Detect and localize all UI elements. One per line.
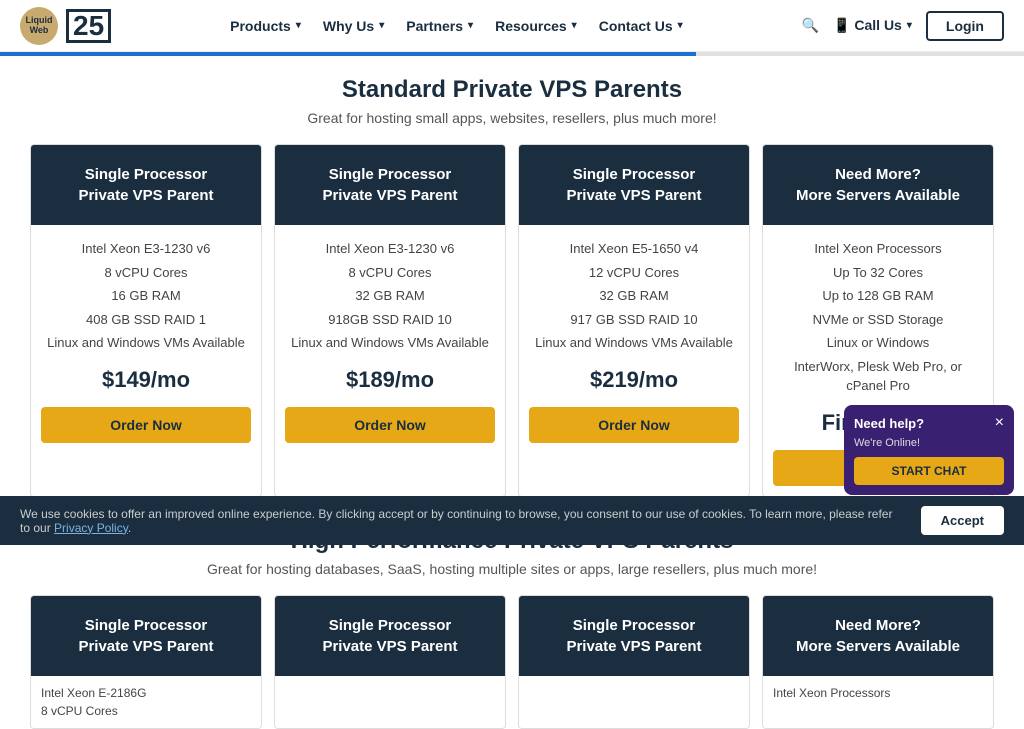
spec-item: Linux and Windows VMs Available [41,333,251,353]
standard-card-1: Single ProcessorPrivate VPS Parent Intel… [30,144,262,497]
card-body-2: Intel Xeon E3-1230 v6 8 vCPU Cores 32 GB… [275,225,505,453]
cookie-text: We use cookies to offer an improved onli… [20,507,921,535]
highperf-card-body-3 [519,676,749,726]
nav-why-us[interactable]: Why Us ▾ [323,18,384,34]
chat-subtitle: We're Online! [854,437,1004,449]
card-header-2: Single ProcessorPrivate VPS Parent [275,145,505,225]
highperf-card-header-4: Need More?More Servers Available [763,596,993,676]
highperf-card-header-3: Single ProcessorPrivate VPS Parent [519,596,749,676]
highperf-spec: Intel Xeon E-2186G8 vCPU Cores [41,684,251,720]
nav-products[interactable]: Products ▾ [230,18,301,34]
card-header-3: Single ProcessorPrivate VPS Parent [519,145,749,225]
spec-item: Linux and Windows VMs Available [285,333,495,353]
order-button-2[interactable]: Order Now [285,407,495,443]
start-chat-button[interactable]: START CHAT [854,457,1004,485]
chat-title: Need help? [854,416,924,431]
spec-item: Linux and Windows VMs Available [529,333,739,353]
highperf-card-body-4: Intel Xeon Processors [763,676,993,726]
nav-call[interactable]: 📱 Call Us ▾ [833,17,912,34]
order-button-3[interactable]: Order Now [529,407,739,443]
standard-section-subtitle: Great for hosting small apps, websites, … [30,110,994,126]
standard-section-title: Standard Private VPS Parents [30,76,994,104]
nav-contact[interactable]: Contact Us ▾ [599,18,683,34]
chat-widget-header: Need help? × [854,415,1004,431]
chevron-down-icon: ▾ [572,20,577,31]
cookie-banner: We use cookies to offer an improved onli… [0,496,1024,545]
spec-item: 12 vCPU Cores [529,263,739,283]
highperf-card-body-1: Intel Xeon E-2186G8 vCPU Cores [31,676,261,728]
logo: LiquidWeb 25 [20,7,111,45]
highperf-section-subtitle: Great for hosting databases, SaaS, hosti… [30,561,994,577]
spec-item: Up To 32 Cores [773,263,983,283]
spec-item: 8 vCPU Cores [285,263,495,283]
highperf-card-2: Single ProcessorPrivate VPS Parent [274,595,506,729]
spec-item: Intel Xeon E3-1230 v6 [41,239,251,259]
highperf-card-4: Need More?More Servers Available Intel X… [762,595,994,729]
search-icon[interactable]: 🔍 [802,17,819,34]
logo-icon: LiquidWeb [20,7,58,45]
card-specs-4: Intel Xeon Processors Up To 32 Cores Up … [773,239,983,396]
chat-close-button[interactable]: × [995,415,1004,431]
cookie-message: We use cookies to offer an improved onli… [20,507,892,535]
chevron-down-icon: ▾ [379,20,384,31]
spec-item: 16 GB RAM [41,286,251,306]
standard-card-2: Single ProcessorPrivate VPS Parent Intel… [274,144,506,497]
spec-item: 918GB SSD RAID 10 [285,310,495,330]
anniversary-badge: 25 [66,9,111,43]
card-specs-3: Intel Xeon E5-1650 v4 12 vCPU Cores 32 G… [529,239,739,353]
card-body-1: Intel Xeon E3-1230 v6 8 vCPU Cores 16 GB… [31,225,261,453]
spec-item: InterWorx, Plesk Web Pro, or cPanel Pro [773,357,983,396]
card-specs-1: Intel Xeon E3-1230 v6 8 vCPU Cores 16 GB… [41,239,251,353]
spec-item: Intel Xeon E5-1650 v4 [529,239,739,259]
chevron-down-icon: ▾ [678,20,683,31]
card-price-2: $189/mo [285,367,495,393]
spec-item: 32 GB RAM [285,286,495,306]
accept-cookies-button[interactable]: Accept [921,506,1004,535]
chevron-down-icon: ▾ [468,20,473,31]
highperf-cards-grid: Single ProcessorPrivate VPS Parent Intel… [30,595,994,729]
privacy-policy-link[interactable]: Privacy Policy [54,521,128,535]
card-header-1: Single ProcessorPrivate VPS Parent [31,145,261,225]
spec-item: Intel Xeon Processors [773,239,983,259]
spec-item: 8 vCPU Cores [41,263,251,283]
card-specs-2: Intel Xeon E3-1230 v6 8 vCPU Cores 32 GB… [285,239,495,353]
card-price-1: $149/mo [41,367,251,393]
nav-links: Products ▾ Why Us ▾ Partners ▾ Resources… [230,18,683,34]
standard-card-3: Single ProcessorPrivate VPS Parent Intel… [518,144,750,497]
card-price-3: $219/mo [529,367,739,393]
nav-right: 🔍 📱 Call Us ▾ Login [802,11,1004,41]
highperf-spec: Intel Xeon Processors [773,684,983,702]
highperf-card-3: Single ProcessorPrivate VPS Parent [518,595,750,729]
nav-partners[interactable]: Partners ▾ [406,18,473,34]
chevron-down-icon: ▾ [907,20,912,31]
chevron-down-icon: ▾ [296,20,301,31]
highperf-card-header-1: Single ProcessorPrivate VPS Parent [31,596,261,676]
navbar: LiquidWeb 25 Products ▾ Why Us ▾ Partner… [0,0,1024,52]
highperf-card-body-2 [275,676,505,726]
card-header-4: Need More?More Servers Available [763,145,993,225]
highperf-card-1: Single ProcessorPrivate VPS Parent Intel… [30,595,262,729]
login-button[interactable]: Login [926,11,1004,41]
card-body-3: Intel Xeon E5-1650 v4 12 vCPU Cores 32 G… [519,225,749,453]
spec-item: 32 GB RAM [529,286,739,306]
spec-item: Linux or Windows [773,333,983,353]
chat-widget: Need help? × We're Online! START CHAT [844,405,1014,495]
spec-item: 917 GB SSD RAID 10 [529,310,739,330]
nav-resources[interactable]: Resources ▾ [495,18,577,34]
spec-item: 408 GB SSD RAID 1 [41,310,251,330]
spec-item: Up to 128 GB RAM [773,286,983,306]
order-button-1[interactable]: Order Now [41,407,251,443]
spec-item: Intel Xeon E3-1230 v6 [285,239,495,259]
spec-item: NVMe or SSD Storage [773,310,983,330]
highperf-card-header-2: Single ProcessorPrivate VPS Parent [275,596,505,676]
